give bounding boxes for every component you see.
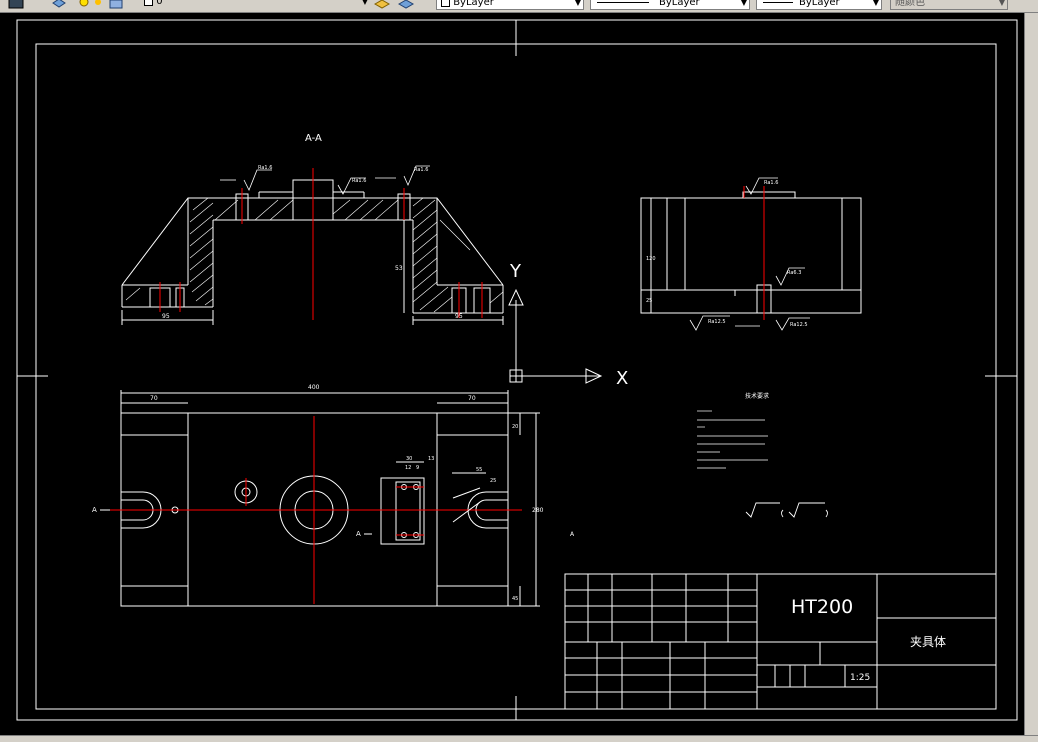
side-view: 120 25 Ra1.6 Ra6.3 Ra12.5 Ra12.5 — [640, 177, 862, 331]
dim-spacing-9: 9 — [416, 465, 419, 471]
chevron-down-icon[interactable]: ▼ — [741, 0, 747, 9]
plotstyle-dropdown[interactable]: 随颜色 ▼ — [890, 0, 1008, 10]
dim-right-flange: 70 — [468, 395, 476, 402]
chevron-down-icon[interactable]: ▼ — [873, 0, 879, 9]
color-swatch — [441, 0, 450, 7]
ucs-y-label: Y — [509, 261, 522, 282]
roughness-7: Ra12.5 — [790, 322, 808, 328]
dim-spacing-12: 12 — [405, 465, 411, 471]
chevron-down-icon: ▼ — [998, 0, 1005, 7]
layer-dropdown[interactable]: 0 ▼ — [140, 0, 370, 10]
layer-states-icon[interactable] — [50, 0, 68, 10]
properties-toolbar: 0 ▼ ByLayer ▼ ByLayer ▼ ByLayer ▼ 随颜色 ▼ — [0, 0, 1038, 13]
roughness-5: Ra6.3 — [787, 270, 801, 276]
technical-requirements-title: 技术要求 — [745, 392, 769, 400]
dim-spacing-25: 25 — [490, 478, 496, 484]
section-marker-mid: A — [356, 530, 361, 538]
section-label: A-A — [305, 133, 322, 144]
ucs-x-label: X — [616, 368, 628, 389]
layer-previous-icon[interactable] — [396, 0, 416, 10]
plan-view: 400 70 70 280 20 45 30 12 9 13 55 25 A A… — [92, 384, 575, 607]
roughness-4: Ra1.6 — [764, 180, 778, 186]
dim-side-height: 120 — [646, 256, 656, 262]
color-dropdown-value: ByLayer — [453, 0, 494, 8]
make-current-layer-icon[interactable] — [372, 0, 392, 10]
ucs-icon: Y X — [508, 261, 628, 389]
chevron-down-icon[interactable]: ▼ — [575, 0, 581, 9]
linetype-dropdown-value: ByLayer — [659, 0, 700, 8]
dim-bottom-margin: 45 — [512, 596, 518, 602]
dim-overall-height: 280 — [532, 507, 544, 514]
dim-spacing-30: 30 — [406, 456, 412, 462]
drawing-canvas[interactable]: A-A 95 95 53 Ra1.6 Ra1.6 Ra1.6 120 25 Ra… — [0, 13, 1024, 735]
material-label: HT200 — [791, 596, 853, 618]
lock-icon[interactable] — [106, 0, 126, 10]
layer-manager-icon[interactable] — [6, 0, 26, 10]
technical-requirements: 技术要求 — [697, 392, 828, 518]
vertical-scrollbar[interactable] — [1024, 13, 1038, 735]
dim-side-base: 25 — [646, 298, 652, 304]
bulb-icon[interactable] — [78, 0, 90, 10]
roughness-1: Ra1.6 — [258, 165, 272, 171]
title-block: HT200 夹具体 1:25 — [564, 573, 997, 710]
lineweight-dropdown[interactable]: ByLayer ▼ — [756, 0, 882, 10]
layer-color-swatch — [144, 0, 153, 6]
roughness-3: Ra1.6 — [414, 167, 428, 173]
plotstyle-dropdown-value: 随颜色 — [895, 0, 925, 8]
dim-top-margin: 20 — [512, 424, 518, 430]
chevron-down-icon[interactable]: ▼ — [362, 0, 368, 8]
dim-spacing-13: 13 — [428, 456, 434, 462]
section-marker-right: A — [570, 531, 575, 538]
dim-overall-length: 400 — [308, 384, 320, 391]
section-marker-left: A — [92, 506, 97, 514]
color-dropdown[interactable]: ByLayer ▼ — [436, 0, 584, 10]
lineweight-preview — [763, 2, 793, 3]
lineweight-dropdown-value: ByLayer — [799, 0, 840, 8]
layer-dropdown-value: 0 — [156, 0, 163, 7]
roughness-6: Ra12.5 — [708, 319, 726, 325]
sun-icon[interactable] — [92, 0, 104, 10]
dim-left-width: 95 — [162, 313, 170, 320]
linetype-preview — [597, 2, 649, 3]
dim-left-flange: 70 — [150, 395, 158, 402]
dim-right-width: 95 — [455, 313, 463, 320]
section-view: 95 95 53 Ra1.6 Ra1.6 Ra1.6 — [121, 165, 504, 325]
dim-height-a: 53 — [395, 265, 403, 272]
dim-spacing-55: 55 — [476, 467, 482, 473]
roughness-2: Ra1.6 — [352, 178, 366, 184]
part-name-label: 夹具体 — [910, 635, 946, 649]
linetype-dropdown[interactable]: ByLayer ▼ — [590, 0, 750, 10]
scale-label: 1:25 — [850, 673, 870, 683]
